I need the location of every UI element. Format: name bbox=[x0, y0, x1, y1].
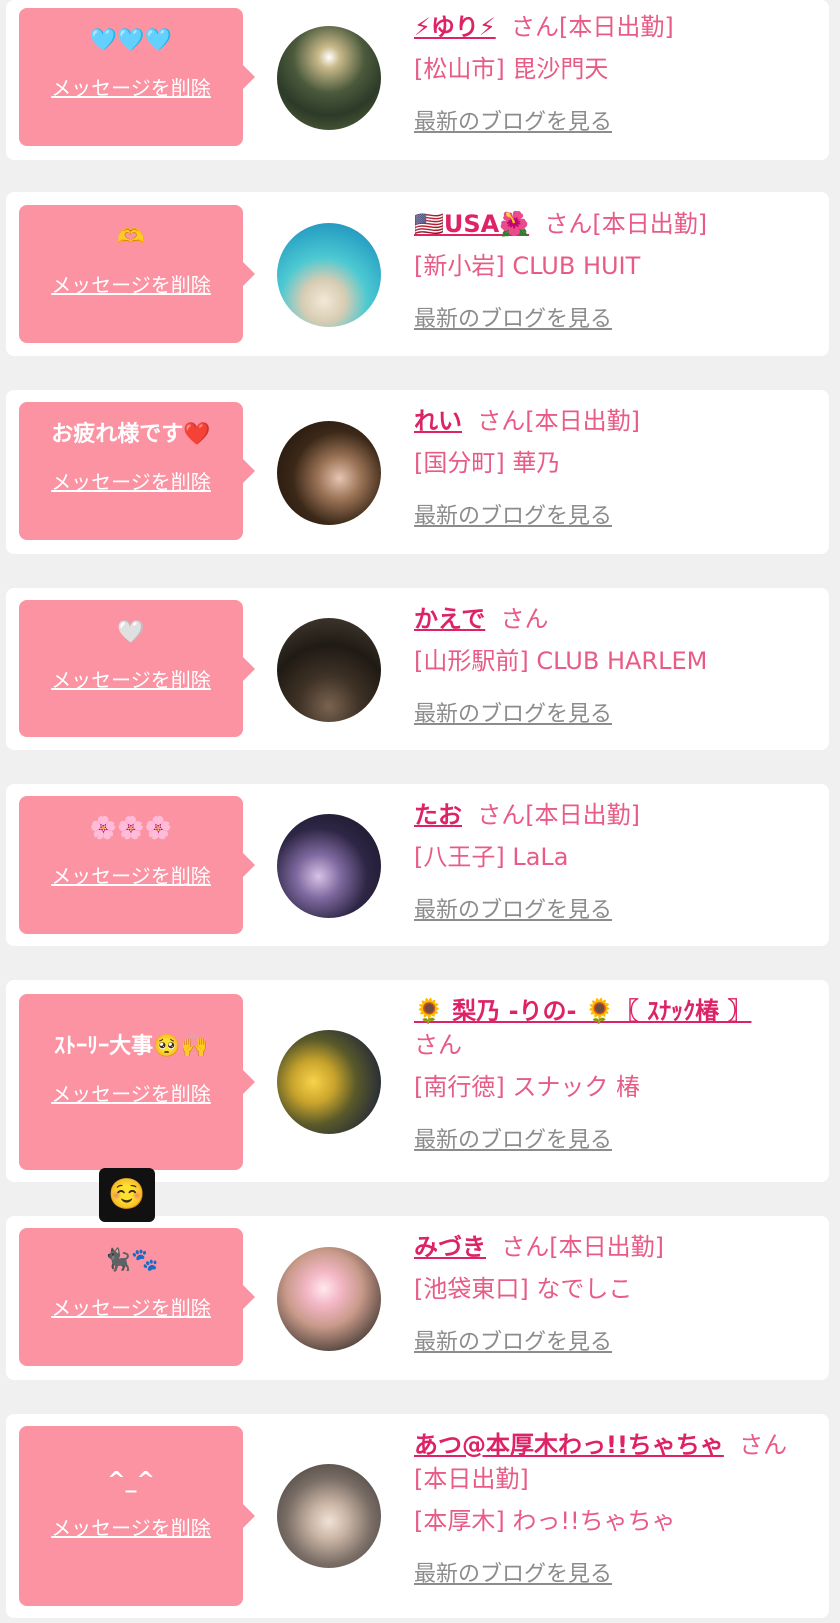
shop-label: [新小岩] CLUB HUIT bbox=[414, 252, 641, 280]
message-card: ｽﾄｰﾘｰ大事🥺🙌 メッセージを削除 🌻 梨乃 -りの- 🌻〖 ｽﾅｯｸ椿 〗さ… bbox=[6, 980, 829, 1182]
latest-blog-link[interactable]: 最新のブログを見る bbox=[414, 104, 612, 136]
message-text: ｽﾄｰﾘｰ大事🥺🙌 bbox=[54, 1034, 208, 1059]
status-label: [本日出勤] bbox=[525, 801, 640, 829]
profile-info: たお さん[本日出勤] [八王子] LaLa 最新のブログを見る bbox=[414, 798, 814, 924]
delete-message-link[interactable]: メッセージを削除 bbox=[51, 269, 211, 298]
message-bubble: 🤍 メッセージを削除 bbox=[19, 600, 255, 737]
shop-label: [八王子] LaLa bbox=[414, 843, 569, 871]
status-label: [本日出勤] bbox=[414, 1465, 529, 1493]
status-label: [本日出勤] bbox=[592, 210, 708, 238]
message-card: 🩵🩵🩵 メッセージを削除 ⚡ゆり⚡ さん[本日出勤] [松山市] 毘沙門天 最新… bbox=[6, 0, 829, 160]
latest-blog-link[interactable]: 最新のブログを見る bbox=[414, 696, 612, 728]
message-text: 🩵🩵🩵 bbox=[89, 28, 173, 53]
avatar[interactable] bbox=[277, 1030, 381, 1134]
shop-label: [南行徳] スナック 椿 bbox=[414, 1073, 640, 1101]
shop-label: [松山市] 毘沙門天 bbox=[414, 55, 609, 83]
shop-label: [池袋東口] なでしこ bbox=[414, 1275, 633, 1303]
delete-message-link[interactable]: メッセージを削除 bbox=[51, 72, 211, 101]
message-card: ^_^ メッセージを削除 あつ@本厚木わっ!!ちゃちゃ さん [本日出勤] [本厚… bbox=[6, 1414, 829, 1618]
honorific: さん bbox=[739, 1431, 788, 1459]
honorific: さん bbox=[501, 1233, 550, 1261]
avatar[interactable] bbox=[277, 1464, 381, 1568]
shop-label: [山形駅前] CLUB HARLEM bbox=[414, 647, 708, 675]
message-bubble: 🐈‍⬛🐾 メッセージを削除 bbox=[19, 1228, 255, 1366]
profile-info: あつ@本厚木わっ!!ちゃちゃ さん [本日出勤] [本厚木] わっ!!ちゃちゃ 最… bbox=[414, 1428, 814, 1588]
message-bubble: 🩵🩵🩵 メッセージを削除 bbox=[19, 8, 255, 146]
profile-name-link[interactable]: みづき bbox=[414, 1233, 486, 1261]
honorific: さん bbox=[510, 13, 559, 41]
profile-name-link[interactable]: れい bbox=[414, 407, 462, 435]
message-card: 🐈‍⬛🐾 メッセージを削除 みづき さん[本日出勤] [池袋東口] なでしこ 最… bbox=[6, 1216, 829, 1380]
message-text: 🐈‍⬛🐾 bbox=[103, 1248, 159, 1273]
status-label: [本日出勤] bbox=[558, 13, 674, 41]
message-text: 🤍 bbox=[117, 620, 145, 645]
message-bubble: ｽﾄｰﾘｰ大事🥺🙌 メッセージを削除 bbox=[19, 994, 255, 1170]
profile-info: かえで さん [山形駅前] CLUB HARLEM 最新のブログを見る bbox=[414, 602, 814, 728]
latest-blog-link[interactable]: 最新のブログを見る bbox=[414, 498, 612, 530]
profile-name-link[interactable]: たお bbox=[414, 801, 462, 829]
avatar[interactable] bbox=[277, 814, 381, 918]
profile-info: 🇺🇸USA🌺 さん[本日出勤] [新小岩] CLUB HUIT 最新のブログを見… bbox=[414, 207, 814, 333]
delete-message-link[interactable]: メッセージを削除 bbox=[51, 664, 211, 693]
delete-message-link[interactable]: メッセージを削除 bbox=[51, 1292, 211, 1321]
delete-message-link[interactable]: メッセージを削除 bbox=[51, 1078, 211, 1107]
profile-name-link[interactable]: ⚡ゆり⚡ bbox=[414, 13, 496, 41]
profile-info: 🌻 梨乃 -りの- 🌻〖 ｽﾅｯｸ椿 〗さん [南行徳] スナック 椿 最新のブ… bbox=[414, 994, 804, 1154]
honorific: さん bbox=[477, 801, 526, 829]
message-bubble: 🫶 メッセージを削除 bbox=[19, 205, 255, 343]
profile-info: ⚡ゆり⚡ さん[本日出勤] [松山市] 毘沙門天 最新のブログを見る bbox=[414, 10, 814, 136]
status-label: [本日出勤] bbox=[549, 1233, 664, 1261]
message-text: お疲れ様です❤️ bbox=[51, 422, 211, 447]
profile-info: みづき さん[本日出勤] [池袋東口] なでしこ 最新のブログを見る bbox=[414, 1230, 814, 1356]
honorific: さん bbox=[500, 605, 549, 633]
profile-name-link[interactable]: あつ@本厚木わっ!!ちゃちゃ bbox=[414, 1431, 724, 1459]
message-text: 🌸🌸🌸 bbox=[89, 816, 173, 841]
status-label: [本日出勤] bbox=[525, 407, 640, 435]
message-card: 🤍 メッセージを削除 かえで さん [山形駅前] CLUB HARLEM 最新の… bbox=[6, 588, 829, 750]
latest-blog-link[interactable]: 最新のブログを見る bbox=[414, 892, 612, 924]
message-bubble: 🌸🌸🌸 メッセージを削除 bbox=[19, 796, 255, 934]
message-card: 🌸🌸🌸 メッセージを削除 たお さん[本日出勤] [八王子] LaLa 最新のブ… bbox=[6, 784, 829, 946]
message-text: ^_^ bbox=[107, 1468, 155, 1493]
avatar[interactable] bbox=[277, 223, 381, 327]
avatar[interactable] bbox=[277, 26, 381, 130]
avatar[interactable] bbox=[277, 421, 381, 525]
honorific: さん bbox=[544, 210, 593, 238]
delete-message-link[interactable]: メッセージを削除 bbox=[51, 1512, 211, 1541]
delete-message-link[interactable]: メッセージを削除 bbox=[51, 466, 211, 495]
honorific: さん bbox=[414, 1031, 462, 1059]
profile-info: れい さん[本日出勤] [国分町] 華乃 最新のブログを見る bbox=[414, 404, 814, 530]
profile-name-link[interactable]: かえで bbox=[414, 605, 485, 633]
profile-name-link[interactable]: 🇺🇸USA🌺 bbox=[414, 210, 529, 238]
honorific: さん bbox=[477, 407, 526, 435]
latest-blog-link[interactable]: 最新のブログを見る bbox=[414, 1556, 612, 1588]
delete-message-link[interactable]: メッセージを削除 bbox=[51, 860, 211, 889]
message-card: 🫶 メッセージを削除 🇺🇸USA🌺 さん[本日出勤] [新小岩] CLUB HU… bbox=[6, 192, 829, 356]
latest-blog-link[interactable]: 最新のブログを見る bbox=[414, 1324, 612, 1356]
latest-blog-link[interactable]: 最新のブログを見る bbox=[414, 301, 612, 333]
avatar[interactable] bbox=[277, 618, 381, 722]
reaction-emoji-badge[interactable]: ☺️ bbox=[99, 1168, 155, 1222]
shop-label: [国分町] 華乃 bbox=[414, 449, 561, 477]
latest-blog-link[interactable]: 最新のブログを見る bbox=[414, 1122, 612, 1154]
message-card: お疲れ様です❤️ メッセージを削除 れい さん[本日出勤] [国分町] 華乃 最… bbox=[6, 390, 829, 554]
profile-name-link[interactable]: 🌻 梨乃 -りの- 🌻〖 ｽﾅｯｸ椿 〗 bbox=[414, 997, 751, 1025]
message-bubble: ^_^ メッセージを削除 bbox=[19, 1426, 255, 1606]
avatar[interactable] bbox=[277, 1247, 381, 1351]
shop-label: [本厚木] わっ!!ちゃちゃ bbox=[414, 1507, 676, 1535]
message-text: 🫶 bbox=[117, 225, 145, 250]
message-bubble: お疲れ様です❤️ メッセージを削除 bbox=[19, 402, 255, 540]
